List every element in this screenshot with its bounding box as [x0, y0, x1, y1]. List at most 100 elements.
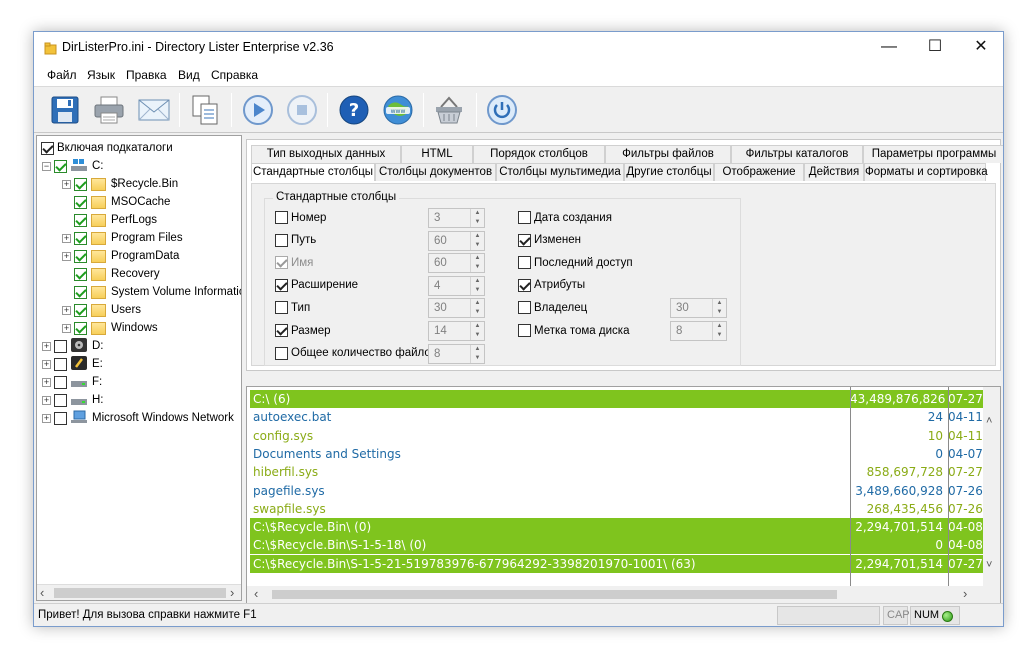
file-row[interactable]: pagefile.sys 3,489,660,928 07-26	[250, 482, 984, 500]
checkbox[interactable]	[74, 267, 87, 281]
tree-node[interactable]: + Program Files	[62, 229, 183, 247]
width-spinner[interactable]: 8 ▲ ▼	[428, 343, 485, 364]
tree-scroll-thumb[interactable]	[54, 588, 226, 598]
spinner-arrows-icon[interactable]: ▲ ▼	[470, 209, 484, 227]
width-spinner[interactable]: 4 ▲ ▼	[428, 275, 485, 296]
file-row[interactable]: hiberfil.sys 858,697,728 07-27	[250, 463, 984, 481]
menu-language[interactable]: Язык	[87, 68, 115, 82]
checkbox[interactable]	[275, 324, 288, 337]
column-option[interactable]: Имя	[275, 256, 313, 270]
checkbox[interactable]	[275, 211, 288, 224]
checkbox[interactable]	[74, 285, 87, 299]
tab[interactable]: Столбцы документов	[375, 163, 496, 181]
checkbox[interactable]	[518, 211, 531, 224]
checkbox[interactable]	[518, 256, 531, 270]
expand-toggle-icon[interactable]: +	[42, 413, 51, 423]
basket-button[interactable]	[431, 92, 467, 128]
minimize-button[interactable]: —	[866, 32, 912, 64]
column-option[interactable]: Тип	[275, 301, 310, 315]
width-spinner[interactable]: 14 ▲ ▼	[428, 321, 485, 341]
checkbox[interactable]	[518, 301, 531, 315]
tab[interactable]: Другие столбцы	[624, 163, 714, 181]
file-row[interactable]: Documents and Settings 0 04-07	[250, 445, 984, 463]
checkbox[interactable]	[275, 301, 288, 315]
copy-button[interactable]	[187, 92, 223, 128]
spinner-arrows-icon[interactable]: ▲ ▼	[712, 299, 726, 318]
scroll-left-icon[interactable]: ‹	[254, 586, 258, 601]
tab[interactable]: Фильтры файлов	[605, 145, 731, 163]
scroll-right-icon[interactable]: ›	[230, 585, 234, 600]
spinner-arrows-icon[interactable]: ▲ ▼	[470, 231, 484, 250]
scroll-up-icon[interactable]: ˄	[986, 415, 992, 427]
menu-help[interactable]: Справка	[211, 68, 258, 82]
checkbox[interactable]	[275, 233, 288, 247]
help-button[interactable]: ?	[336, 92, 372, 128]
tree-node[interactable]: Recovery	[62, 265, 160, 283]
tree-node[interactable]: + F:	[42, 373, 102, 391]
width-spinner[interactable]: 3 ▲ ▼	[428, 208, 485, 228]
results-horizontal-scrollbar[interactable]: ‹ ›	[247, 586, 1000, 603]
stop-button[interactable]	[284, 92, 320, 128]
expand-toggle-icon[interactable]: +	[62, 251, 71, 261]
web-button[interactable]: www	[380, 92, 416, 128]
tab[interactable]: Стандартные столбцы	[251, 163, 375, 181]
spinner-arrows-icon[interactable]: ▲ ▼	[470, 276, 484, 295]
width-spinner[interactable]: 30 ▲ ▼	[670, 298, 727, 319]
tree-node[interactable]: + $Recycle.Bin	[62, 175, 178, 193]
menu-file[interactable]: Файл	[47, 68, 77, 82]
folder-summary-row[interactable]: C:\$Recycle.Bin\ (0) 2,294,701,514 04-08	[250, 518, 984, 537]
checkbox[interactable]	[74, 321, 87, 335]
expand-toggle-icon[interactable]: +	[42, 341, 51, 351]
tree-node[interactable]: System Volume Informatic	[62, 283, 241, 301]
spinner-arrows-icon[interactable]: ▲ ▼	[470, 254, 484, 273]
checkbox[interactable]	[54, 357, 67, 371]
expand-toggle-icon[interactable]: +	[62, 179, 71, 189]
checkbox[interactable]	[74, 177, 87, 191]
close-button[interactable]: ✕	[958, 32, 1003, 64]
tree-node[interactable]: + D:	[42, 337, 104, 355]
print-button[interactable]	[91, 92, 127, 128]
checkbox[interactable]	[74, 213, 87, 227]
tab[interactable]: Тип выходных данных	[251, 145, 401, 163]
width-spinner[interactable]: 30 ▲ ▼	[428, 298, 485, 319]
tree-node[interactable]: + Windows	[62, 319, 158, 337]
spinner-arrows-icon[interactable]: ▲ ▼	[470, 299, 484, 318]
expand-toggle-icon[interactable]: −	[42, 161, 51, 171]
tab[interactable]: Отображение	[714, 163, 804, 181]
tree-node[interactable]: + Users	[62, 301, 141, 319]
checkbox[interactable]	[74, 195, 87, 209]
tab[interactable]: Действия	[804, 163, 864, 181]
width-spinner[interactable]: 60 ▲ ▼	[428, 230, 485, 251]
spinner-arrows-icon[interactable]: ▲ ▼	[470, 344, 484, 363]
menu-edit[interactable]: Правка	[126, 68, 167, 82]
tree-node[interactable]: PerfLogs	[62, 211, 157, 229]
email-button[interactable]	[136, 92, 172, 128]
power-button[interactable]	[484, 92, 520, 128]
checkbox[interactable]	[54, 159, 67, 173]
folder-summary-row[interactable]: C:\ (6) 43,489,876,826 07-27	[250, 390, 984, 408]
results-scroll-thumb[interactable]	[272, 590, 837, 599]
tab[interactable]: Фильтры каталогов	[731, 145, 863, 163]
column-option[interactable]: Владелец	[518, 301, 587, 315]
tree-node[interactable]: + ProgramData	[62, 247, 179, 265]
column-option[interactable]: Метка тома диска	[518, 324, 629, 337]
start-button[interactable]	[240, 92, 276, 128]
tree-node[interactable]: MSOCache	[62, 193, 170, 211]
tree-horizontal-scrollbar[interactable]: ‹ ›	[37, 584, 241, 600]
checkbox[interactable]	[41, 141, 54, 155]
column-option[interactable]: Атрибуты	[518, 278, 585, 292]
expand-toggle-icon[interactable]: +	[62, 233, 71, 243]
column-option[interactable]: Изменен	[518, 233, 581, 247]
file-row[interactable]: autoexec.bat 24 04-11	[250, 408, 984, 426]
checkbox[interactable]	[74, 231, 87, 245]
column-option[interactable]: Номер	[275, 211, 326, 224]
checkbox[interactable]	[74, 303, 87, 317]
column-divider[interactable]	[948, 387, 949, 587]
width-spinner[interactable]: 60 ▲ ▼	[428, 253, 485, 274]
expand-toggle-icon[interactable]: +	[62, 305, 71, 315]
include-subdirs-checkbox[interactable]: Включая подкаталоги	[41, 139, 173, 157]
checkbox[interactable]	[518, 324, 531, 337]
scroll-down-icon[interactable]: ˅	[986, 559, 992, 571]
column-option[interactable]: Последний доступ	[518, 256, 633, 270]
file-row[interactable]: config.sys 10 04-11	[250, 427, 984, 445]
